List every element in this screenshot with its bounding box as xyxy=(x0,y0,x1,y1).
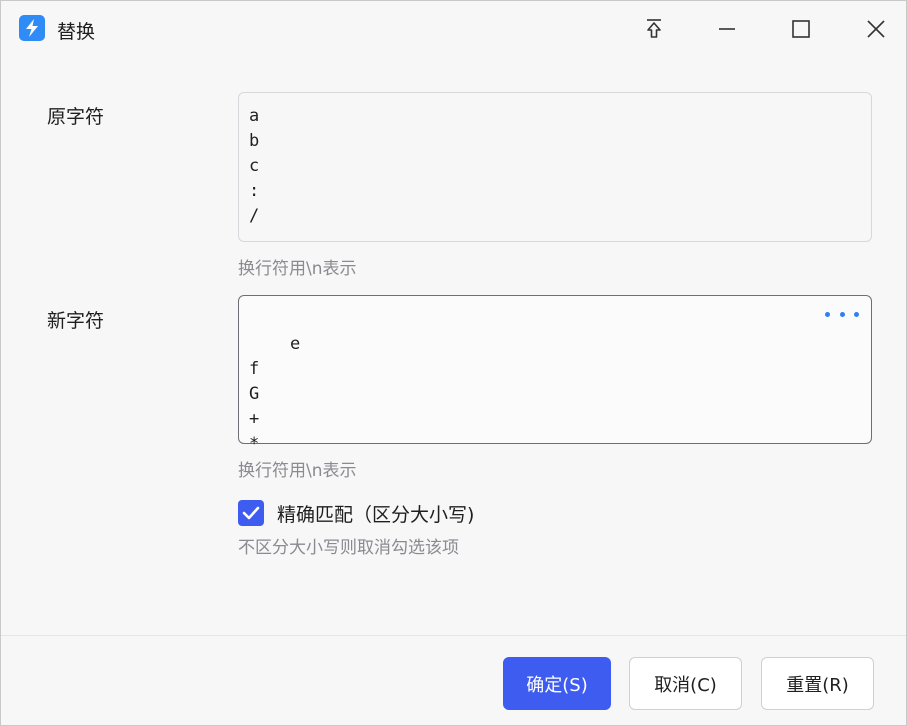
original-chars-label: 原字符 xyxy=(47,106,105,128)
confirm-button[interactable]: 确定(S) xyxy=(503,657,611,710)
window-title: 替换 xyxy=(57,21,96,43)
new-chars-value: e f G + * xyxy=(249,334,301,454)
exact-match-checkbox[interactable] xyxy=(238,500,264,526)
minimize-button[interactable] xyxy=(707,11,747,47)
new-chars-input[interactable]: e f G + * xyxy=(238,295,872,454)
maximize-icon xyxy=(792,20,810,38)
minimize-icon xyxy=(719,28,735,30)
original-chars-input[interactable]: a b c : / xyxy=(238,92,872,242)
reset-button[interactable]: 重置(R) xyxy=(761,657,874,710)
title-bar: 替换 xyxy=(1,1,906,57)
pin-to-top-icon xyxy=(647,19,661,38)
exact-match-label[interactable]: 精确匹配（区分大小写) xyxy=(277,500,474,527)
close-icon xyxy=(867,20,885,38)
checkmark-icon xyxy=(242,506,260,520)
new-chars-label: 新字符 xyxy=(47,310,105,332)
pin-to-top-button[interactable] xyxy=(634,11,674,47)
exact-match-hint: 不区分大小写则取消勾选该项 xyxy=(238,538,459,558)
new-chars-hint: 换行符用\n表示 xyxy=(238,461,357,481)
close-button[interactable] xyxy=(856,11,896,47)
maximize-button[interactable] xyxy=(781,11,821,47)
app-logo-icon xyxy=(19,15,45,41)
more-dots-icon[interactable] xyxy=(825,304,859,324)
original-chars-hint: 换行符用\n表示 xyxy=(238,259,357,279)
replace-dialog: 替换 原字符 a b c : / 换行符用\n表示 新字符 e f G + * … xyxy=(0,0,907,726)
footer-divider xyxy=(1,635,906,636)
cancel-button[interactable]: 取消(C) xyxy=(629,657,742,710)
